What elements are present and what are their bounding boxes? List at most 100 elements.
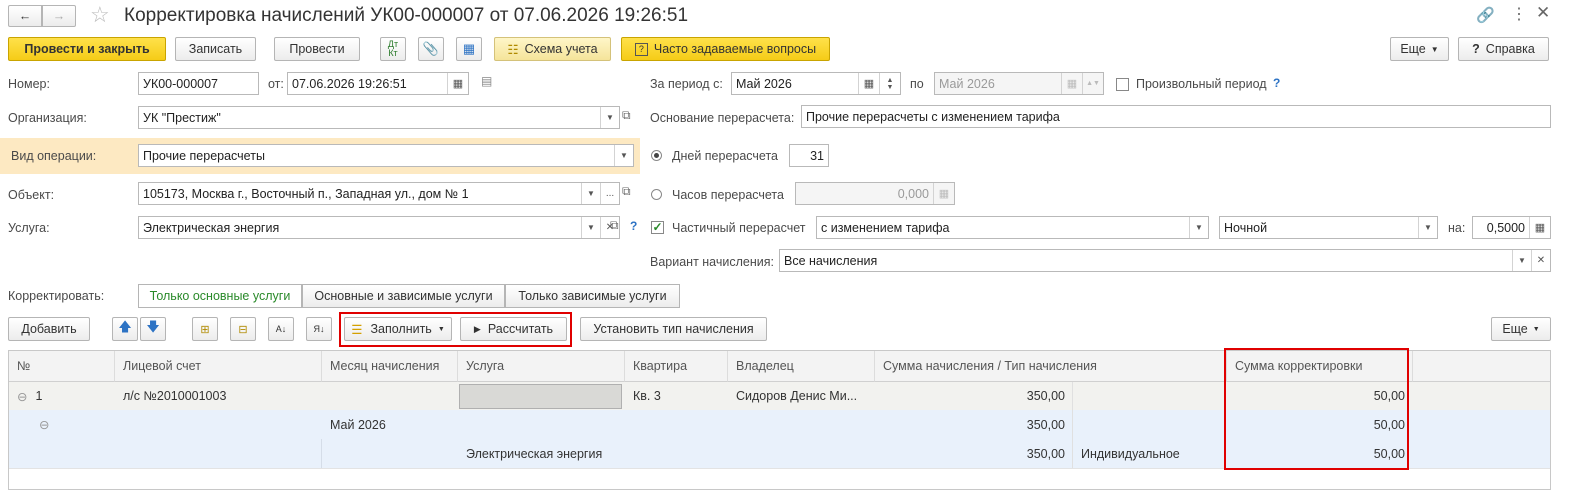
dropdown-icon[interactable]: ▼: [581, 183, 600, 204]
fill-icon: ☰: [351, 322, 363, 337]
sort-asc-button[interactable]: A↓: [268, 317, 294, 341]
question-icon: ?: [634, 42, 648, 56]
hours-value: 0,000: [897, 186, 929, 201]
dropdown-icon[interactable]: ▼: [1418, 217, 1437, 238]
coef-field[interactable]: 0,5000 ▦: [1472, 216, 1551, 239]
open-object-icon[interactable]: ⧉: [622, 184, 631, 199]
dropdown-icon[interactable]: ▼: [1512, 250, 1531, 271]
object-value: 105173, Москва г., Восточный п., Западна…: [143, 186, 469, 201]
add-row-button[interactable]: Добавить: [8, 317, 90, 341]
more-button[interactable]: Еще ▼: [1390, 37, 1449, 61]
calendar-icon[interactable]: ▦: [858, 73, 879, 94]
corrections-table: № Лицевой счет Месяц начисления Услуга К…: [8, 350, 1551, 490]
dtkt-icon: Дт Кт: [387, 39, 399, 58]
help-label: Справка: [1485, 42, 1535, 56]
days-radio[interactable]: [651, 150, 662, 161]
arrow-right-icon: →: [52, 9, 66, 23]
arbitrary-period-label: Произвольный период: [1136, 77, 1267, 91]
back-button[interactable]: ←: [8, 5, 42, 27]
period-help-icon[interactable]: ?: [1273, 76, 1280, 90]
reason-field[interactable]: Прочие перерасчеты с изменением тарифа: [801, 105, 1551, 128]
calendar-icon[interactable]: ▦: [447, 73, 468, 94]
dropdown-icon[interactable]: ▼: [581, 217, 600, 238]
save-button[interactable]: Записать: [175, 37, 256, 61]
collapse-row-icon[interactable]: ⊖: [39, 417, 49, 432]
favorite-star-icon[interactable]: ☆: [90, 2, 110, 28]
col-header-num[interactable]: №: [9, 351, 115, 382]
dropdown-icon[interactable]: ▼: [600, 107, 619, 128]
forward-button[interactable]: →: [42, 5, 76, 27]
period-from-field[interactable]: Май 2026 ▦ ▲ ▼: [731, 72, 901, 95]
days-field[interactable]: 31: [789, 144, 829, 167]
set-charge-type-button[interactable]: Установить тип начисления: [580, 317, 767, 341]
calculator-icon[interactable]: ▦: [1529, 217, 1550, 238]
more-label: Еще: [1400, 42, 1426, 56]
date-field[interactable]: 07.06.2026 19:26:51 ▦: [287, 72, 469, 95]
partial-type-field[interactable]: с изменением тарифа ▼: [816, 216, 1209, 239]
dtkt-button[interactable]: Дт Кт: [380, 37, 406, 61]
faq-label: Часто задаваемые вопросы: [653, 42, 817, 56]
variant-label: Вариант начисления:: [650, 255, 774, 269]
expand-all-button[interactable]: ⊞: [192, 317, 218, 341]
col-header-service[interactable]: Услуга: [458, 351, 625, 382]
sum-cell: 350,00: [1026, 446, 1065, 461]
object-field[interactable]: 105173, Москва г., Восточный п., Западна…: [138, 182, 620, 205]
period-to-field: Май 2026 ▦ ▲▼: [934, 72, 1104, 95]
clear-icon[interactable]: ✕: [1531, 250, 1550, 271]
object-label: Объект:: [8, 188, 55, 202]
table-more-button[interactable]: Еще ▼: [1491, 317, 1551, 341]
move-up-button[interactable]: 🡅: [112, 317, 138, 341]
dropdown-icon[interactable]: ▼: [614, 145, 633, 166]
move-down-button[interactable]: 🡇: [140, 317, 166, 341]
accounting-scheme-button[interactable]: ☷ Схема учета: [494, 37, 611, 61]
partial-label: Частичный перерасчет: [672, 221, 806, 235]
org-field[interactable]: УК "Престиж" ▼: [138, 106, 620, 129]
correction-cell: 50,00: [1373, 446, 1405, 461]
service-field[interactable]: Электрическая энергия ▼ ✕: [138, 216, 620, 239]
coef-value: 0,5000: [1486, 220, 1525, 235]
comment-icon[interactable]: ▤: [481, 74, 492, 88]
row-number: 1: [35, 389, 43, 403]
ellipsis-icon[interactable]: ...: [600, 183, 619, 204]
post-and-close-button[interactable]: Провести и закрыть: [8, 37, 166, 61]
zone-field[interactable]: Ночной ▼: [1219, 216, 1438, 239]
col-header-apartment[interactable]: Квартира: [625, 351, 728, 382]
link-icon[interactable]: 🔗: [1476, 6, 1495, 24]
col-header-correction[interactable]: Сумма корректировки: [1227, 351, 1413, 382]
open-org-icon[interactable]: ⧉: [622, 108, 631, 123]
partial-checkbox[interactable]: ✓: [651, 221, 664, 234]
help-button[interactable]: ? Справка: [1458, 37, 1549, 61]
sort-desc-icon: Я↓: [313, 324, 325, 334]
variant-field[interactable]: Все начисления ▼ ✕: [779, 249, 1551, 272]
number-field[interactable]: УК00-000007: [138, 72, 259, 95]
tab-dependent-services[interactable]: Только зависимые услуги: [505, 284, 680, 308]
service-help-icon[interactable]: ?: [630, 219, 637, 233]
help-icon: ?: [1472, 42, 1480, 56]
collapse-row-icon[interactable]: ⊖: [17, 389, 27, 404]
optype-field[interactable]: Прочие перерасчеты ▼: [138, 144, 634, 167]
more-vertical-icon[interactable]: ⋮: [1511, 4, 1527, 24]
close-icon[interactable]: ✕: [1536, 3, 1550, 23]
sort-desc-button[interactable]: Я↓: [306, 317, 332, 341]
col-header-owner[interactable]: Владелец: [728, 351, 875, 382]
spin-icon[interactable]: ▲ ▼: [879, 73, 900, 94]
col-header-month[interactable]: Месяц начисления: [322, 351, 458, 382]
arbitrary-period-checkbox[interactable]: [1116, 78, 1129, 91]
attach-button[interactable]: 📎: [418, 37, 444, 61]
structure-button[interactable]: ▦: [456, 37, 482, 61]
faq-button[interactable]: ? Часто задаваемые вопросы: [621, 37, 830, 61]
hours-radio[interactable]: [651, 189, 662, 200]
optype-value: Прочие перерасчеты: [143, 148, 265, 163]
calculate-button[interactable]: ▶ Рассчитать: [460, 317, 567, 341]
col-header-sum[interactable]: Сумма начисления / Тип начисления: [875, 351, 1227, 382]
tab-main-services[interactable]: Только основные услуги: [138, 284, 302, 308]
period-to-value: Май 2026: [939, 76, 995, 91]
col-header-account[interactable]: Лицевой счет: [115, 351, 322, 382]
collapse-all-button[interactable]: ⊟: [230, 317, 256, 341]
dropdown-icon[interactable]: ▼: [1189, 217, 1208, 238]
open-service-icon[interactable]: ⧉: [610, 218, 619, 233]
service-cell-selected[interactable]: [459, 384, 622, 409]
tab-main-dependent-services[interactable]: Основные и зависимые услуги: [302, 284, 505, 308]
fill-button[interactable]: ☰ Заполнить ▼: [344, 317, 452, 341]
post-button[interactable]: Провести: [274, 37, 360, 61]
